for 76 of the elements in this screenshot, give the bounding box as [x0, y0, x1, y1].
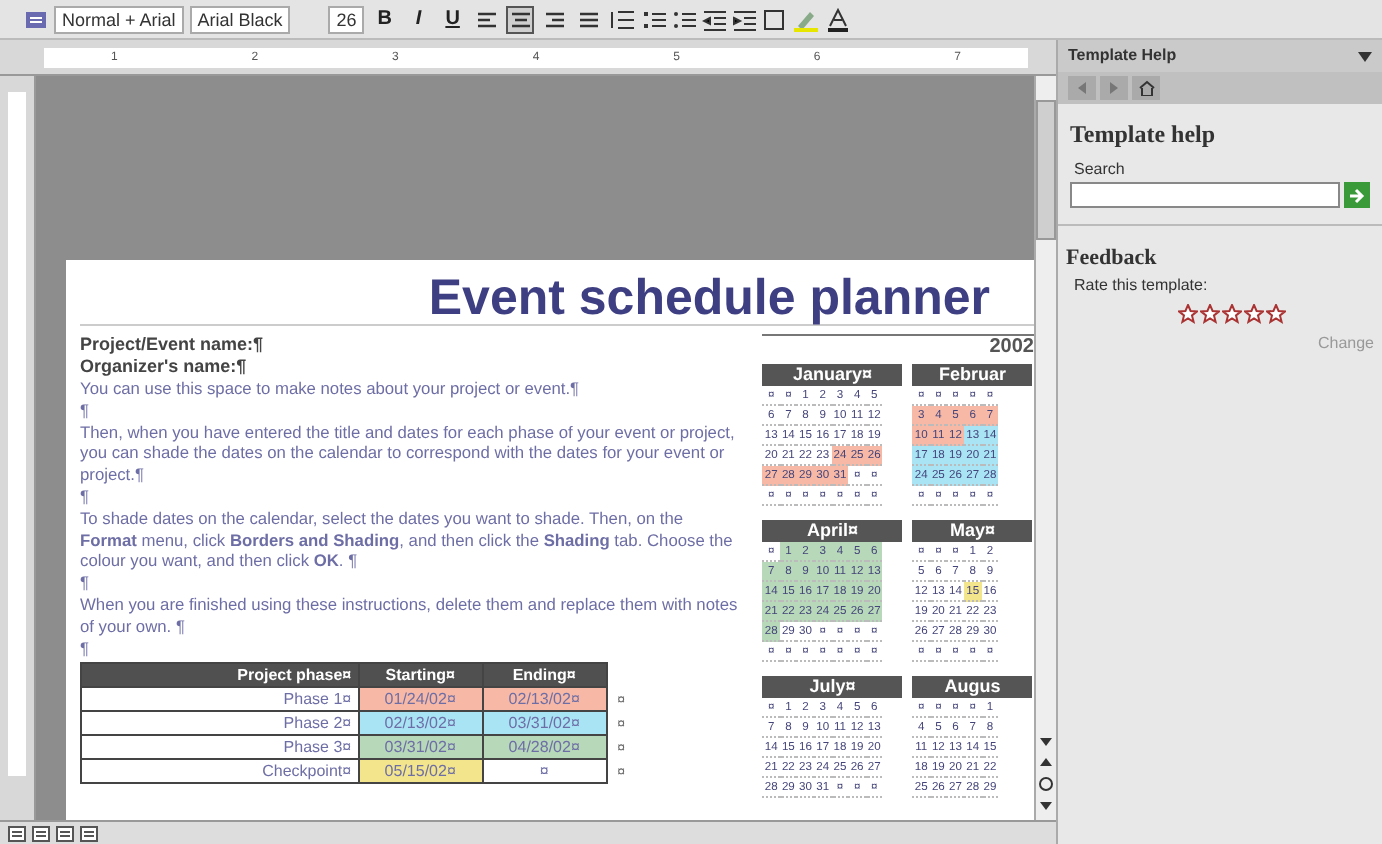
increase-indent-icon[interactable] — [732, 7, 757, 31]
table-cell: Phase 3¤ — [81, 735, 359, 760]
style-dropdown[interactable]: Normal + Arial — [54, 5, 184, 33]
home-button[interactable] — [1132, 76, 1160, 100]
month-header: July¤ — [762, 676, 903, 698]
font-dropdown[interactable]: Arial Black — [189, 5, 291, 33]
table-cell: 03/31/02¤ — [482, 711, 607, 736]
table-cell: ¤ — [482, 759, 607, 784]
paragraph: You can use this space to make notes about your project or event.¶ — [80, 378, 582, 400]
style-icon[interactable] — [24, 7, 48, 31]
column-header: Ending¤ — [482, 663, 607, 688]
table-cell: 04/28/02¤ — [482, 735, 607, 760]
web-view-icon[interactable] — [32, 825, 50, 841]
normal-view-icon[interactable] — [8, 825, 26, 841]
paragraph: ¶ — [80, 399, 91, 422]
border-icon[interactable] — [762, 7, 787, 31]
document-title: Event schedule planner — [80, 272, 1034, 326]
table-cell: 02/13/02¤ — [358, 711, 483, 736]
bold-button[interactable]: B — [370, 5, 399, 33]
paragraph: When you are finished using these instructions, delete them and replace them with notes of your own. ¶ — [80, 593, 739, 638]
pane-title: Template Help — [1068, 44, 1177, 68]
table-cell: 02/13/02¤ — [482, 687, 607, 712]
calendar-year: 2002 — [987, 336, 1034, 360]
font-size-dropdown[interactable]: 26 — [328, 5, 365, 33]
table-cell: Phase 2¤ — [81, 711, 359, 736]
field-label: Organizer's name:¶ — [80, 356, 249, 378]
font-color-icon[interactable] — [826, 7, 851, 31]
month-header: Februar — [912, 364, 1033, 386]
align-center-button[interactable] — [506, 5, 535, 33]
month-header: Augus — [912, 676, 1033, 698]
next-page-icon[interactable] — [1038, 800, 1054, 812]
table-cell: 01/24/02¤ — [358, 687, 483, 712]
arrow-icon — [1348, 187, 1366, 203]
pane-heading: Template help — [1068, 118, 1218, 152]
home-icon — [1137, 80, 1155, 96]
table-cell: Phase 1¤ — [81, 687, 359, 712]
paragraph: ¶ — [80, 485, 91, 508]
star-icon[interactable] — [1200, 304, 1220, 324]
browse-object-icon[interactable] — [1038, 776, 1054, 792]
month-header: May¤ — [912, 520, 1033, 542]
star-icon[interactable] — [1244, 304, 1264, 324]
star-icon[interactable] — [1222, 304, 1242, 324]
column-header: Project phase¤ — [81, 663, 359, 688]
field-label: Project/Event name:¶ — [80, 334, 266, 356]
scroll-thumb[interactable] — [1036, 100, 1056, 240]
underline-button[interactable]: U — [438, 5, 467, 33]
paragraph: To shade dates on the calendar, select the dates you want to shade. Then, on the Format menu, click Borders and Shading, and then click the Shading tab. Choose the colour you want, and then click OK. ¶ — [80, 507, 735, 573]
italic-button[interactable]: I — [404, 5, 433, 33]
paragraph: ¶ — [80, 572, 91, 594]
line-spacing-icon[interactable] — [608, 7, 637, 31]
vertical-scrollbar[interactable] — [1034, 76, 1056, 820]
search-label: Search — [1072, 158, 1127, 182]
table-cell: 03/31/02¤ — [358, 735, 483, 760]
star-icon[interactable] — [1266, 304, 1286, 324]
table-cell: 05/15/02¤ — [358, 759, 483, 784]
section-heading: Feedback — [1058, 224, 1382, 274]
month-header: April¤ — [762, 520, 903, 542]
table-cell: Checkpoint¤ — [81, 759, 359, 784]
star-icon[interactable] — [1178, 304, 1198, 324]
scroll-down-icon[interactable] — [1038, 736, 1054, 748]
search-field[interactable] — [1070, 182, 1340, 208]
forward-arrow-icon — [1106, 80, 1122, 96]
print-view-icon[interactable] — [56, 825, 74, 841]
previous-page-icon[interactable] — [1038, 756, 1054, 768]
column-header: Starting¤ — [358, 663, 483, 688]
month-header: January¤ — [762, 364, 903, 386]
paragraph: Then, when you have entered the title and dates for each phase of your event or project, you can shade the dates on the calendar to correspond with the dates for your event or project.¶ — [80, 421, 737, 486]
bulleted-list-icon[interactable] — [672, 7, 697, 31]
dropdown-caret-icon[interactable] — [1358, 51, 1372, 61]
decrease-indent-icon[interactable] — [702, 7, 727, 31]
paragraph: ¶ — [80, 637, 91, 659]
rating-prompt: Rate this template: — [1072, 274, 1210, 298]
numbered-list-icon[interactable] — [642, 7, 667, 31]
search-go-button[interactable] — [1344, 182, 1370, 208]
outline-view-icon[interactable] — [80, 825, 98, 841]
back-arrow-icon — [1074, 80, 1090, 96]
